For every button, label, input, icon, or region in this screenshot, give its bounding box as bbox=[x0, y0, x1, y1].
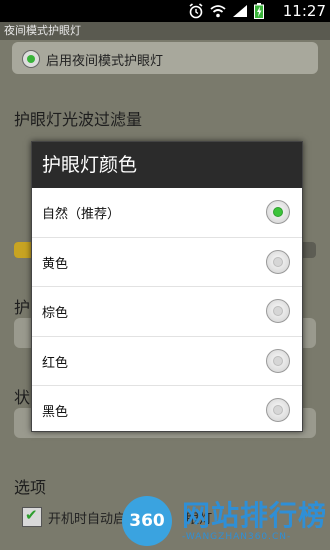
dialog-title: 护眼灯颜色 bbox=[32, 142, 302, 188]
watermark-360-logo: 360 bbox=[122, 496, 172, 546]
radio-icon[interactable] bbox=[266, 398, 290, 423]
option-label: 棕色 bbox=[42, 306, 69, 322]
status-icons bbox=[188, 3, 264, 19]
radio-icon[interactable] bbox=[266, 348, 290, 373]
signal-icon bbox=[233, 5, 247, 17]
battery-charging-icon bbox=[254, 3, 264, 19]
watermark: 360 网站排行榜 -WANGZHAN360.CN- bbox=[118, 488, 330, 550]
option-label: 黑色 bbox=[42, 405, 69, 421]
option-yellow[interactable]: 黄色 bbox=[32, 238, 302, 288]
auto-start-text: 开机时自动启 bbox=[48, 512, 127, 527]
color-dialog: 护眼灯颜色 自然（推荐） 黄色 棕色 红色 黑色 bbox=[31, 141, 303, 432]
option-brown[interactable]: 棕色 bbox=[32, 287, 302, 337]
enable-night-mode-label: 启用夜间模式护眼灯 bbox=[46, 54, 164, 69]
option-natural[interactable]: 自然（推荐） bbox=[32, 188, 302, 238]
enable-night-mode-row[interactable]: 启用夜间模式护眼灯 bbox=[12, 42, 318, 74]
auto-start-checkbox[interactable] bbox=[22, 506, 42, 527]
option-red[interactable]: 红色 bbox=[32, 337, 302, 387]
status-bar: 11:27 bbox=[0, 0, 330, 22]
filter-section-title: 护眼灯光波过滤量 bbox=[14, 110, 143, 129]
enable-radio-icon[interactable] bbox=[22, 50, 40, 68]
status-section-title: 状 bbox=[14, 388, 31, 407]
alarm-icon bbox=[189, 3, 203, 19]
option-label: 黄色 bbox=[42, 256, 69, 272]
watermark-url: -WANGZHAN360.CN- bbox=[182, 532, 292, 542]
wifi-icon bbox=[210, 5, 226, 18]
app-title: 夜间模式护眼灯 bbox=[0, 22, 330, 40]
radio-icon[interactable] bbox=[266, 249, 290, 274]
status-time: 11:27 bbox=[282, 2, 326, 20]
radio-icon[interactable] bbox=[266, 299, 290, 324]
options-section-title: 选项 bbox=[14, 478, 47, 497]
radio-dot bbox=[273, 355, 283, 366]
radio-dot bbox=[273, 405, 283, 416]
radio-dot bbox=[273, 207, 283, 217]
radio-dot bbox=[273, 306, 283, 317]
radio-icon[interactable] bbox=[266, 200, 290, 224]
option-label: 红色 bbox=[42, 355, 69, 371]
radio-dot bbox=[273, 256, 283, 267]
watermark-text: 网站排行榜 bbox=[182, 499, 328, 532]
eye-section-title: 护 bbox=[14, 298, 31, 317]
option-label: 自然（推荐） bbox=[42, 207, 121, 222]
option-black[interactable]: 黑色 bbox=[32, 386, 302, 435]
